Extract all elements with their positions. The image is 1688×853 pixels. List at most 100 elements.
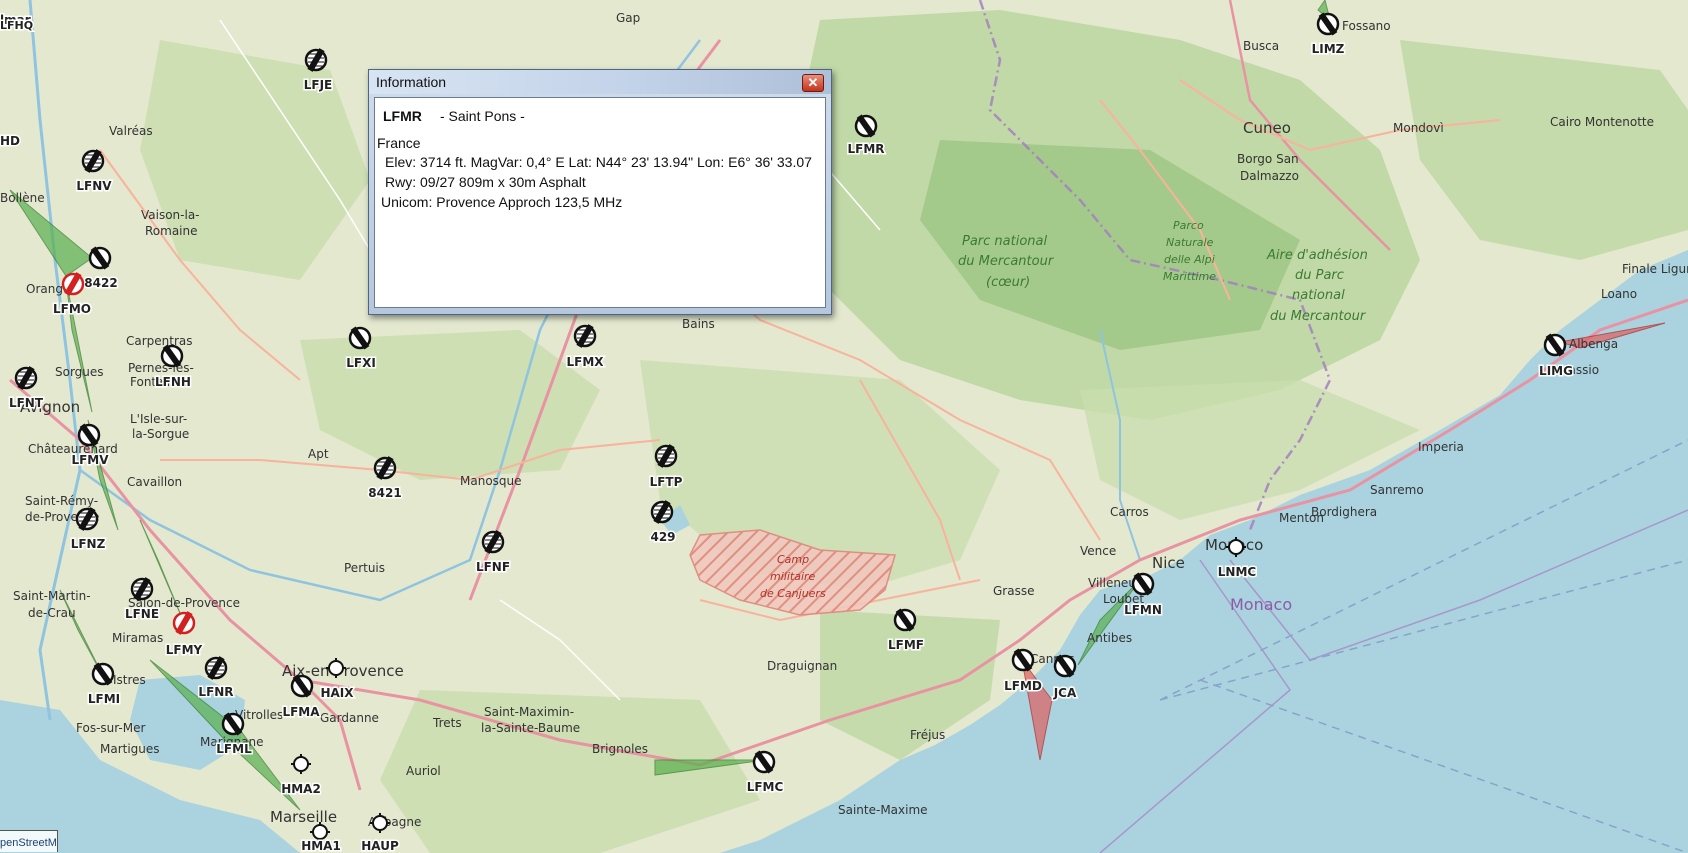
park-label: national xyxy=(1292,288,1345,303)
airport-code-label: LFXI xyxy=(346,356,376,370)
place-label: Fossano xyxy=(1342,19,1391,33)
place-label: la-Sorgue xyxy=(132,427,189,441)
place-label: L'Isle-sur- xyxy=(130,412,187,426)
place-label: Romaine xyxy=(145,224,198,238)
place-label: la-Sainte-Baume xyxy=(481,721,580,735)
place-label: Grasse xyxy=(993,584,1034,598)
place-label: Cairo Montenotte xyxy=(1550,115,1654,129)
place-label: Nice xyxy=(1152,554,1185,572)
airport-code-label: LFNF xyxy=(476,560,510,574)
airport-code-label: LFMX xyxy=(566,355,604,369)
airport-icon xyxy=(77,423,101,447)
park-label: du Parc xyxy=(1295,268,1344,283)
airport-code-label: LFTP xyxy=(650,475,683,489)
airport-icon xyxy=(854,114,878,138)
place-label: de-Crau xyxy=(28,606,76,620)
window-titlebar[interactable]: Information ✕ xyxy=(369,70,831,94)
place-label: Sorgues xyxy=(55,365,104,379)
airport-code-label: LFNT xyxy=(9,396,44,410)
park-label: Naturale xyxy=(1166,236,1214,249)
airport-icon xyxy=(14,366,38,390)
place-label: Fréjus xyxy=(910,728,945,742)
park-label: Parco xyxy=(1173,219,1204,232)
place-label: Finale Ligure xyxy=(1622,262,1688,276)
place-label: Pernes-les- xyxy=(128,361,194,375)
map-attribution[interactable]: penStreetMap xyxy=(0,830,58,852)
place-label: Auriol xyxy=(406,764,441,778)
airport-code-label: HMA2 xyxy=(281,782,321,796)
park-label: delle Alpi xyxy=(1164,253,1215,266)
place-label: Bollène xyxy=(0,191,45,205)
information-window[interactable]: Information ✕ LFMR - Saint Pons - France… xyxy=(368,69,832,315)
airport-icon xyxy=(204,656,228,680)
airport-icon xyxy=(304,48,328,72)
park-label: (cœur) xyxy=(986,275,1030,290)
airway-line xyxy=(1159,559,1688,701)
airport-code-label: LNMC xyxy=(1218,565,1257,579)
place-label: Fos-sur-Mer xyxy=(76,721,145,735)
airport-code-label: LFMA xyxy=(282,705,320,719)
airport-icon xyxy=(130,577,154,601)
airport-code-label: LFMV xyxy=(71,453,109,467)
camp-label-line: militaire xyxy=(770,570,816,583)
airport-frequency: Unicom: Provence Approch 123,5 MHz xyxy=(381,194,623,210)
place-label: Trets xyxy=(432,716,462,730)
close-button[interactable]: ✕ xyxy=(802,74,824,92)
place-label: Albenga xyxy=(1569,337,1618,351)
country-label-monaco: Monaco xyxy=(1230,595,1292,614)
place-label: Imperia xyxy=(1418,440,1464,454)
airport-elevation-position: Elev: 3714 ft. MagVar: 0,4° E Lat: N44° … xyxy=(385,154,812,170)
airport-marker[interactable]: JCA xyxy=(1051,654,1078,702)
place-label: Busca xyxy=(1243,39,1279,53)
place-label: Bordighera xyxy=(1311,505,1377,519)
airport-code-label: LFJE xyxy=(304,78,333,92)
place-label: Istres xyxy=(113,673,146,687)
place-label: Manosque xyxy=(460,474,522,488)
place-label: Saint-Maximin- xyxy=(484,705,574,719)
airport-icon xyxy=(172,611,196,635)
airport-code-label: LFNZ xyxy=(71,537,106,551)
place-label: Sainte-Maxime xyxy=(838,803,928,817)
place-label: Saint-Rémy- xyxy=(25,494,98,508)
place-label: Pertuis xyxy=(344,561,385,575)
park-label: du Mercantour xyxy=(958,254,1055,269)
airport-icon xyxy=(290,674,314,698)
place-label: Gap xyxy=(616,11,640,25)
place-label: Antibes xyxy=(1087,631,1132,645)
border-maritime xyxy=(1229,509,1688,661)
airport-icon xyxy=(893,608,917,632)
airport-icon xyxy=(160,344,184,368)
place-label: Martigues xyxy=(100,742,160,756)
place-label: Marseille xyxy=(270,808,337,826)
window-title: Information xyxy=(376,74,447,90)
airway-line xyxy=(1199,679,1688,853)
airport-label-edge: LFHQ xyxy=(0,19,33,32)
airport-code-label: 8422 xyxy=(84,276,117,290)
airport-icon xyxy=(573,324,597,348)
place-label: Valréas xyxy=(109,124,153,138)
airport-icon xyxy=(752,750,776,774)
airport-code-label: LFMR xyxy=(847,142,884,156)
airport-code-label: LFMI xyxy=(88,692,120,706)
airport-code-label: LFNV xyxy=(76,179,112,193)
airport-label-edge: HD xyxy=(0,134,20,148)
place-label: Draguignan xyxy=(767,659,837,673)
airport-code-label: LFMF xyxy=(888,638,924,652)
airport-icon xyxy=(221,712,245,736)
airport-icon xyxy=(81,149,105,173)
airport-icon xyxy=(373,456,397,480)
place-label: Dalmazzo xyxy=(1240,169,1299,183)
airport-icon xyxy=(1316,12,1340,36)
airport-code-label: JCA xyxy=(1053,686,1077,700)
place-label: Brignoles xyxy=(592,742,648,756)
airport-code-label: HAUP xyxy=(361,839,399,853)
park-label: Aire d'adhésion xyxy=(1266,248,1368,263)
map-canvas[interactable]: Gap Fossano Busca Cuneo Mondovì Cairo Mo… xyxy=(0,0,1688,853)
place-label: Bains xyxy=(682,317,715,331)
airport-icon xyxy=(88,246,112,270)
airport-code-label: LIMZ xyxy=(1312,42,1345,56)
place-label: Gardanne xyxy=(320,711,379,725)
place-label: Sanremo xyxy=(1370,483,1424,497)
close-icon: ✕ xyxy=(807,75,819,90)
airport-icon xyxy=(1131,572,1155,596)
